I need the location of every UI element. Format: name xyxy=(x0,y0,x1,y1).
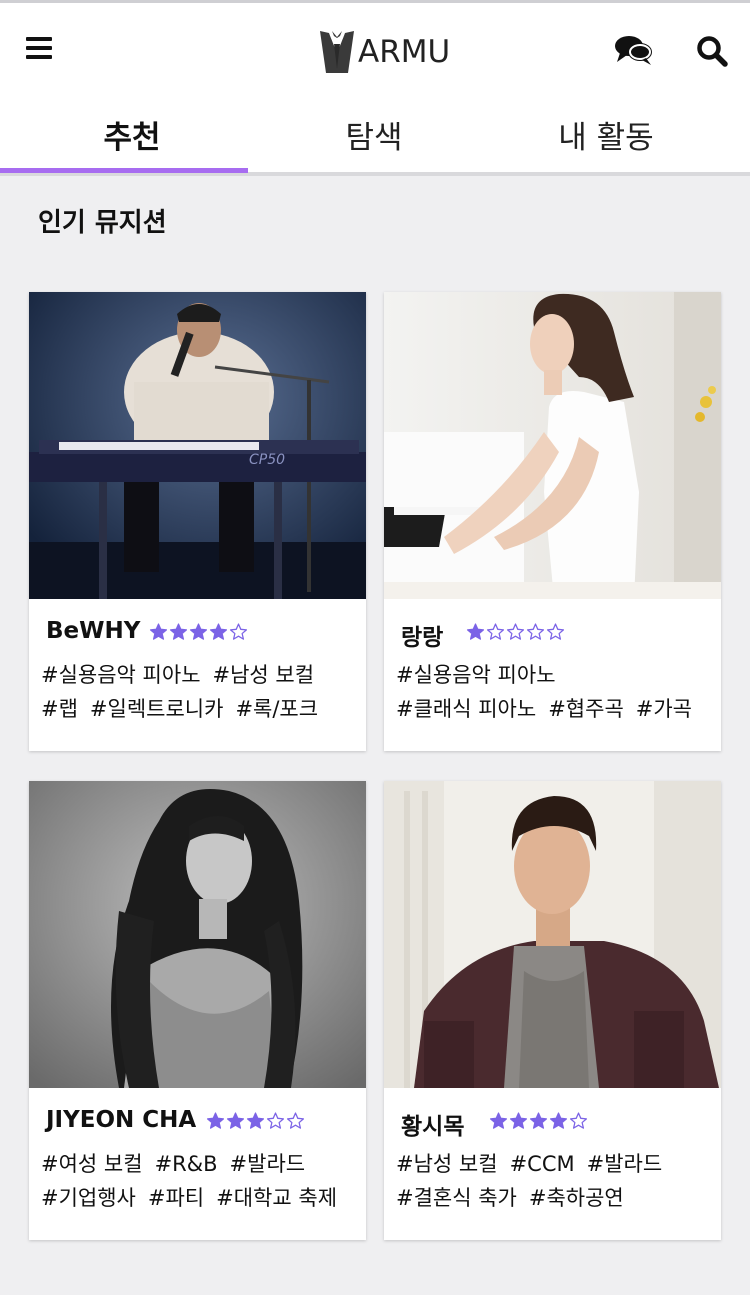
tag[interactable]: #여성 보컬 xyxy=(41,1152,143,1176)
star-filled-icon xyxy=(226,1112,245,1129)
svg-text:CP50: CP50 xyxy=(249,452,285,468)
active-tab-indicator xyxy=(0,168,248,173)
musician-tags: #실용음악 피아노 #남성 보컬 #랩 #일렉트로니카 #록/포크 xyxy=(41,658,361,726)
musician-card[interactable]: 황시목 #남성 보컬 #CCM #발라드 #결혼식 축가 #축하공연 xyxy=(384,781,721,1240)
star-filled-icon xyxy=(149,623,168,640)
star-empty-icon xyxy=(486,623,505,640)
tag[interactable]: #남성 보컬 xyxy=(396,1152,498,1176)
musician-name: BeWHY xyxy=(46,618,141,644)
search-icon[interactable] xyxy=(696,35,728,67)
tag[interactable]: #실용음악 피아노 xyxy=(396,663,556,687)
musician-card[interactable]: 랑랑 #실용음악 피아노 #클래식 피아노 #협주곡 #가곡 xyxy=(384,292,721,751)
rating-stars xyxy=(466,622,566,646)
musician-photo xyxy=(384,292,721,599)
star-filled-icon xyxy=(209,623,228,640)
musician-tags: #남성 보컬 #CCM #발라드 #결혼식 축가 #축하공연 xyxy=(396,1147,716,1215)
tag[interactable]: #파티 xyxy=(148,1186,204,1210)
tag[interactable]: #클래식 피아노 xyxy=(396,697,536,721)
musician-name: 랑랑 xyxy=(401,625,444,651)
app-logo[interactable]: ARMU xyxy=(318,27,450,77)
rating-stars xyxy=(206,1111,306,1135)
tag[interactable]: #CCM xyxy=(510,1152,575,1176)
tag[interactable]: #랩 xyxy=(41,697,78,721)
musician-card[interactable]: CP50 BeWHY #실용음악 피아노 #남성 보컬 #랩 #일렉트로니카 #록/포… xyxy=(29,292,366,751)
tag[interactable]: #협주곡 xyxy=(548,697,624,721)
tag[interactable]: #일렉트로니카 xyxy=(90,697,224,721)
star-filled-icon xyxy=(189,623,208,640)
star-filled-icon xyxy=(169,623,188,640)
musician-photo xyxy=(384,781,721,1088)
section-title: 인기 뮤지션 xyxy=(38,208,167,238)
tag[interactable]: #실용음악 피아노 xyxy=(41,663,201,687)
star-empty-icon xyxy=(506,623,525,640)
rating-stars xyxy=(489,1111,589,1135)
tag[interactable]: #발라드 xyxy=(230,1152,306,1176)
tag[interactable]: #남성 보컬 xyxy=(213,663,315,687)
tag[interactable]: #록/포크 xyxy=(235,697,318,721)
star-empty-icon xyxy=(546,623,565,640)
tab-my-activity[interactable]: 내 활동 xyxy=(482,96,730,172)
chat-bubbles-icon[interactable] xyxy=(614,33,654,67)
app-header: ARMU xyxy=(0,3,750,96)
star-filled-icon xyxy=(549,1112,568,1129)
star-filled-icon xyxy=(246,1112,265,1129)
musician-card[interactable]: JIYEON CHA #여성 보컬 #R&B #발라드 #기업행사 #파티 #대학교 축… xyxy=(29,781,366,1240)
tag[interactable]: #결혼식 축가 xyxy=(396,1186,517,1210)
tag[interactable]: #발라드 xyxy=(587,1152,663,1176)
star-empty-icon xyxy=(266,1112,285,1129)
main-tabs: 추천 탐색 내 활동 xyxy=(0,96,750,176)
musician-photo xyxy=(29,781,366,1088)
star-filled-icon xyxy=(489,1112,508,1129)
musician-tags: #여성 보컬 #R&B #발라드 #기업행사 #파티 #대학교 축제 xyxy=(41,1147,361,1215)
tab-recommend[interactable]: 추천 xyxy=(8,96,256,172)
star-empty-icon xyxy=(229,623,248,640)
tag[interactable]: #가곡 xyxy=(636,697,692,721)
tag[interactable]: #대학교 축제 xyxy=(216,1186,337,1210)
tag[interactable]: #축하공연 xyxy=(529,1186,624,1210)
logo-text: ARMU xyxy=(358,34,451,70)
star-empty-icon xyxy=(569,1112,588,1129)
tuxedo-logo-icon xyxy=(320,31,354,73)
tab-explore[interactable]: 탐색 xyxy=(250,96,498,172)
star-filled-icon xyxy=(466,623,485,640)
musician-name: 황시목 xyxy=(401,1114,465,1140)
rating-stars xyxy=(149,622,249,646)
musician-tags: #실용음악 피아노 #클래식 피아노 #협주곡 #가곡 xyxy=(396,658,716,726)
star-filled-icon xyxy=(206,1112,225,1129)
hamburger-menu-icon[interactable] xyxy=(26,37,52,59)
star-empty-icon xyxy=(526,623,545,640)
tag[interactable]: #기업행사 xyxy=(41,1186,136,1210)
musician-name: JIYEON CHA xyxy=(46,1107,197,1133)
star-filled-icon xyxy=(509,1112,528,1129)
star-filled-icon xyxy=(529,1112,548,1129)
tag[interactable]: #R&B xyxy=(155,1152,218,1176)
musician-photo: CP50 xyxy=(29,292,366,599)
star-empty-icon xyxy=(286,1112,305,1129)
